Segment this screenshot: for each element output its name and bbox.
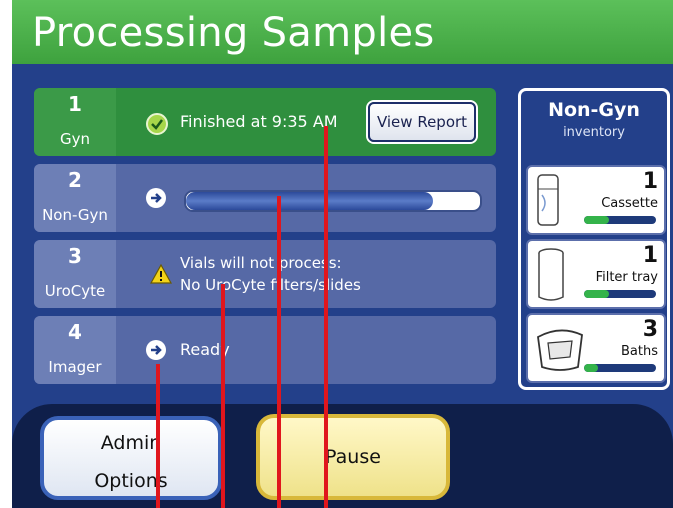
filter-tray-count: 1 bbox=[642, 243, 658, 268]
sample-row-urocyte: 3 UroCyte Vials will not process: No Uro… bbox=[34, 240, 496, 308]
annotation-line bbox=[221, 284, 225, 508]
pause-button[interactable]: Pause bbox=[256, 414, 450, 500]
page-title: Processing Samples bbox=[32, 10, 435, 56]
arrow-right-icon bbox=[146, 188, 166, 208]
screen: Processing Samples 1 Gyn Finished at 9:3… bbox=[0, 0, 673, 508]
annotation-line bbox=[324, 126, 328, 508]
row-status-gyn: Finished at 9:35 AM View Report bbox=[116, 88, 496, 156]
cassette-level-bar bbox=[584, 216, 656, 224]
admin-line-1: Admin bbox=[100, 432, 162, 454]
admin-options-button[interactable]: Admin Options bbox=[40, 416, 222, 500]
progress-bar-fill bbox=[186, 192, 433, 210]
inventory-item-baths[interactable]: 3 Baths bbox=[526, 313, 666, 383]
inventory-item-filter-tray[interactable]: 1 Filter tray bbox=[526, 239, 666, 309]
filter-tray-level-bar bbox=[584, 290, 656, 298]
filter-tray-label: Filter tray bbox=[595, 270, 658, 285]
row-number: 2 bbox=[68, 168, 82, 192]
progress-bar bbox=[184, 190, 482, 212]
annotation-line bbox=[156, 364, 160, 508]
cassette-icon bbox=[536, 173, 560, 231]
sample-row-gyn: 1 Gyn Finished at 9:35 AM View Report bbox=[34, 88, 496, 156]
baths-label: Baths bbox=[621, 344, 658, 359]
warning-message: Vials will not process: No UroCyte filte… bbox=[180, 252, 361, 296]
row-name: Gyn bbox=[59, 130, 90, 148]
checkmark-icon bbox=[146, 113, 168, 135]
footer-bar: Admin Options Pause bbox=[12, 404, 673, 508]
header-bar: Processing Samples bbox=[12, 0, 673, 64]
row-label-urocyte: 3 UroCyte bbox=[34, 240, 116, 308]
row-number: 4 bbox=[68, 320, 82, 344]
baths-level-fill bbox=[584, 364, 599, 372]
row-status-urocyte: Vials will not process: No UroCyte filte… bbox=[116, 240, 496, 308]
inventory-panel: Non-Gyn inventory 1 Cassette 1 Filter tr… bbox=[518, 88, 670, 390]
inventory-subtitle: inventory bbox=[563, 125, 625, 140]
row-status-non-gyn bbox=[116, 164, 496, 232]
row-name: UroCyte bbox=[44, 282, 106, 300]
finished-status-text: Finished at 9:35 AM bbox=[180, 112, 338, 131]
row-label-non-gyn: 2 Non-Gyn bbox=[34, 164, 116, 232]
row-status-imager: Ready bbox=[116, 316, 496, 384]
baths-count: 3 bbox=[642, 317, 658, 342]
row-label-gyn: 1 Gyn bbox=[34, 88, 116, 156]
sample-row-non-gyn: 2 Non-Gyn bbox=[34, 164, 496, 232]
filter-tray-icon bbox=[536, 247, 566, 307]
baths-level-bar bbox=[584, 364, 656, 372]
cassette-level-fill bbox=[584, 216, 610, 224]
inventory-item-cassette[interactable]: 1 Cassette bbox=[526, 165, 666, 235]
row-name: Non-Gyn bbox=[42, 206, 108, 224]
cassette-label: Cassette bbox=[601, 196, 658, 211]
inventory-title: Non-Gyn bbox=[548, 99, 640, 121]
view-report-button[interactable]: View Report bbox=[368, 102, 476, 142]
row-name: Imager bbox=[48, 358, 102, 376]
baths-icon bbox=[532, 323, 588, 379]
admin-line-2: Options bbox=[94, 470, 168, 492]
row-number: 1 bbox=[68, 92, 82, 116]
warning-line-1: Vials will not process: bbox=[180, 254, 342, 272]
arrow-right-icon bbox=[146, 340, 166, 360]
warning-line-2: No UroCyte filters/slides bbox=[180, 276, 361, 294]
warning-icon bbox=[149, 263, 173, 288]
cassette-count: 1 bbox=[642, 169, 658, 194]
filter-tray-level-fill bbox=[584, 290, 610, 298]
row-label-imager: 4 Imager bbox=[34, 316, 116, 384]
sample-row-imager: 4 Imager Ready bbox=[34, 316, 496, 384]
row-number: 3 bbox=[68, 244, 82, 268]
annotation-line bbox=[277, 196, 281, 508]
